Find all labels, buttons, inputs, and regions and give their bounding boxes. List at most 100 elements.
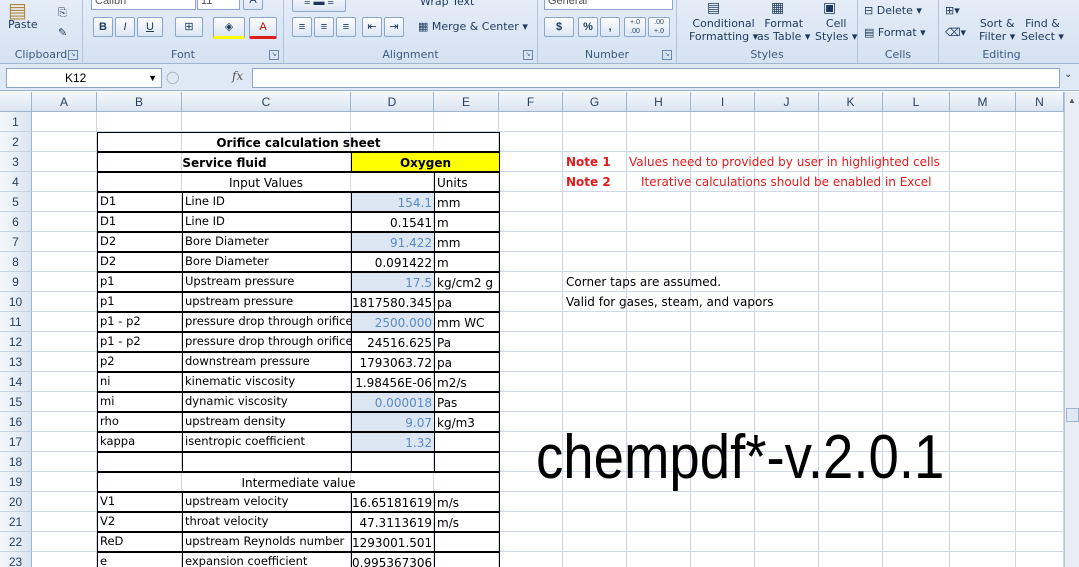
input-symbol[interactable]: p1 - p2 xyxy=(97,332,183,352)
column-header-h[interactable]: H xyxy=(627,92,691,112)
input-symbol[interactable]: p1 - p2 xyxy=(97,312,183,332)
intermediate-symbol[interactable]: V2 xyxy=(97,512,183,532)
input-description[interactable]: pressure drop through orifice xyxy=(182,332,352,352)
column-header-l[interactable]: L xyxy=(883,92,950,112)
sort-filter-button[interactable]: Sort & Filter ▾ xyxy=(979,17,1015,43)
conditional-formatting-button[interactable]: Conditional Formatting ▾ xyxy=(689,17,758,43)
input-symbol[interactable]: D2 xyxy=(97,232,183,252)
column-header-g[interactable]: G xyxy=(563,92,627,112)
format-painter-icon[interactable]: ✎ xyxy=(58,26,67,39)
input-description[interactable]: Bore Diameter xyxy=(182,232,352,252)
service-fluid-value[interactable]: Oxygen xyxy=(351,152,500,172)
input-description[interactable]: Bore Diameter xyxy=(182,252,352,272)
row-header-13[interactable]: 13 xyxy=(0,352,32,372)
font-color-button[interactable]: A xyxy=(249,17,277,39)
input-symbol[interactable]: p1 xyxy=(97,272,183,292)
input-symbol[interactable]: ni xyxy=(97,372,183,392)
row-header-23[interactable]: 23 xyxy=(0,552,32,567)
intermediate-value[interactable]: 16.65181619 xyxy=(351,492,435,512)
input-unit[interactable]: m xyxy=(434,212,500,232)
input-symbol[interactable]: D1 xyxy=(97,192,183,212)
input-value[interactable]: 154.1 xyxy=(351,192,435,212)
input-unit[interactable] xyxy=(434,432,500,452)
expand-formula-icon[interactable]: ⌄ xyxy=(1064,69,1072,80)
row-header-21[interactable]: 21 xyxy=(0,512,32,532)
clear-icon[interactable]: ⌫▾ xyxy=(945,26,966,39)
font-name-combo[interactable]: Calibri xyxy=(91,0,196,10)
scroll-thumb[interactable] xyxy=(1066,408,1079,422)
input-description[interactable]: upstream density xyxy=(182,412,352,432)
indent-icons[interactable]: ≡ ▬ ≡ xyxy=(292,0,346,12)
input-description[interactable]: pressure drop through orifice xyxy=(182,312,352,332)
column-header-d[interactable]: D xyxy=(351,92,434,112)
input-symbol[interactable]: kappa xyxy=(97,432,183,452)
input-unit[interactable]: Pa xyxy=(434,332,500,352)
formula-input[interactable] xyxy=(252,68,1060,88)
note2-text[interactable]: Iterative calculations should be enabled… xyxy=(641,172,932,192)
vertical-scrollbar[interactable]: ▲ xyxy=(1064,92,1079,567)
format-button[interactable]: ▤ Format ▾ xyxy=(864,26,926,39)
row-header-8[interactable]: 8 xyxy=(0,252,32,272)
column-header-a[interactable]: A xyxy=(32,92,97,112)
intermediate-unit[interactable]: m/s xyxy=(434,512,500,532)
align-left-icon[interactable]: ≡ xyxy=(292,17,312,37)
intermediate-symbol[interactable]: ReD xyxy=(97,532,183,552)
input-value[interactable]: 0.1541 xyxy=(351,212,435,232)
bold-button[interactable]: B xyxy=(93,17,113,37)
column-header-k[interactable]: K xyxy=(819,92,883,112)
row-header-14[interactable]: 14 xyxy=(0,372,32,392)
name-box[interactable]: K12 ▼ xyxy=(6,68,162,88)
percent-button[interactable]: % xyxy=(578,17,598,37)
column-header-n[interactable]: N xyxy=(1016,92,1064,112)
merge-center-button[interactable]: ▦ Merge & Center ▾ xyxy=(418,20,528,33)
intermediate-unit[interactable] xyxy=(434,532,500,552)
input-description[interactable]: isentropic coefficient xyxy=(182,432,352,452)
blank-cell[interactable] xyxy=(97,452,183,472)
input-values-header[interactable]: Input Values xyxy=(97,172,435,192)
intermediate-description[interactable]: upstream Reynolds number xyxy=(182,532,352,552)
decrease-decimal-button[interactable]: .00 +.0 xyxy=(648,17,670,37)
intermediate-header[interactable]: Intermediate value xyxy=(97,472,500,492)
row-header-19[interactable]: 19 xyxy=(0,472,32,492)
number-format-combo[interactable]: General xyxy=(544,0,673,10)
units-header[interactable]: Units xyxy=(434,172,500,192)
find-select-button[interactable]: Find & Select ▾ xyxy=(1021,17,1064,43)
cell-styles-button[interactable]: Cell Styles ▾ xyxy=(815,17,857,43)
input-description[interactable]: Line ID xyxy=(182,212,352,232)
row-header-18[interactable]: 18 xyxy=(0,452,32,472)
alignment-launcher[interactable]: ↘ xyxy=(523,50,533,60)
service-fluid-label[interactable]: Service fluid xyxy=(97,152,352,172)
row-header-12[interactable]: 12 xyxy=(0,332,32,352)
input-unit[interactable]: mm WC xyxy=(434,312,500,332)
increase-indent-icon[interactable]: ⇥ xyxy=(384,17,404,37)
row-header-17[interactable]: 17 xyxy=(0,432,32,452)
input-symbol[interactable]: p2 xyxy=(97,352,183,372)
row-header-5[interactable]: 5 xyxy=(0,192,32,212)
row-header-20[interactable]: 20 xyxy=(0,492,32,512)
input-unit[interactable]: kg/m3 xyxy=(434,412,500,432)
input-value[interactable]: 0.000018 xyxy=(351,392,435,412)
underline-button[interactable]: U xyxy=(137,17,163,37)
align-right-icon[interactable]: ≡ xyxy=(336,17,356,37)
row-header-3[interactable]: 3 xyxy=(0,152,32,172)
input-value[interactable]: 1.32 xyxy=(351,432,435,452)
input-symbol[interactable]: p1 xyxy=(97,292,183,312)
intermediate-value[interactable]: 1293001.501 xyxy=(351,532,435,552)
font-launcher[interactable]: ↘ xyxy=(269,50,279,60)
select-all-corner[interactable] xyxy=(0,92,32,112)
intermediate-symbol[interactable]: V1 xyxy=(97,492,183,512)
fill-color-icon[interactable]: ◈ xyxy=(213,17,245,39)
row-header-11[interactable]: 11 xyxy=(0,312,32,332)
blank-cell[interactable] xyxy=(434,452,500,472)
input-description[interactable]: dynamic viscosity xyxy=(182,392,352,412)
input-description[interactable]: kinematic viscosity xyxy=(182,372,352,392)
row-header-16[interactable]: 16 xyxy=(0,412,32,432)
wrap-text-button[interactable]: Wrap Text xyxy=(420,0,474,8)
format-as-table-button[interactable]: Format as Table ▾ xyxy=(757,17,810,43)
autosum-icon[interactable]: ⊞▾ xyxy=(945,4,960,17)
input-description[interactable]: Upstream pressure xyxy=(182,272,352,292)
input-description[interactable]: downstream pressure xyxy=(182,352,352,372)
row-header-9[interactable]: 9 xyxy=(0,272,32,292)
comma-button[interactable]: , xyxy=(600,17,620,37)
input-value[interactable]: 2500.000 xyxy=(351,312,435,332)
